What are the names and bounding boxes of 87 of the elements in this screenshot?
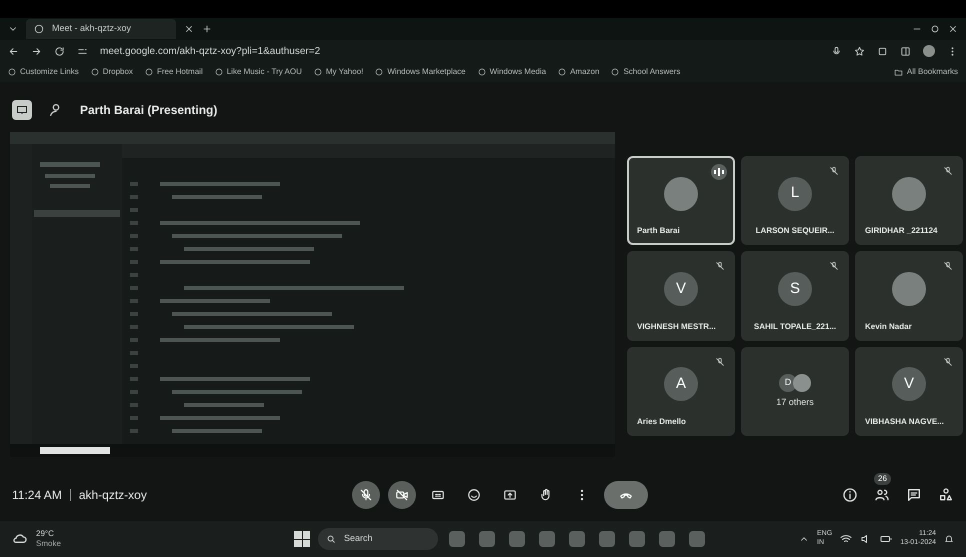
sidebar-icon[interactable] xyxy=(900,46,911,56)
participant-count-badge: 26 xyxy=(874,473,891,485)
browser-tab[interactable]: Meet - akh-qztz-xoy xyxy=(26,19,176,39)
wifi-icon[interactable] xyxy=(840,533,852,545)
temperature: 29°C xyxy=(36,529,55,539)
all-bookmarks-button[interactable]: All Bookmarks xyxy=(894,66,958,78)
meeting-code: akh-qztz-xoy xyxy=(78,487,147,504)
globe-icon xyxy=(8,68,16,76)
participant-tile[interactable]: S SAHIL TOPALE_221... xyxy=(741,251,849,341)
emoji-icon xyxy=(467,488,481,502)
reload-icon[interactable] xyxy=(54,46,65,56)
present-icon xyxy=(503,488,517,502)
globe-icon xyxy=(214,68,223,76)
camera-icon xyxy=(395,488,409,502)
leave-call-button[interactable] xyxy=(604,481,648,509)
globe-icon xyxy=(611,68,620,76)
taskbar-app-icon[interactable] xyxy=(689,531,705,547)
taskbar-app-icon[interactable] xyxy=(449,531,465,547)
participant-tile[interactable]: L LARSON SEQUEIR... xyxy=(741,156,849,246)
extensions-icon[interactable] xyxy=(877,46,888,56)
presenter-label: Parth Barai (Presenting) xyxy=(80,102,218,119)
battery-icon[interactable] xyxy=(880,533,892,545)
participant-tile[interactable]: A Aries Dmello xyxy=(627,346,735,436)
globe-icon xyxy=(478,68,486,76)
participant-tile[interactable]: V VIBHASHA NAGVE... xyxy=(855,346,963,436)
globe-icon xyxy=(314,68,322,76)
forward-icon[interactable] xyxy=(31,46,42,56)
weather-condition: Smoke xyxy=(36,539,62,549)
bookmark-link[interactable]: School Answers xyxy=(611,66,680,78)
activities-icon[interactable] xyxy=(938,487,954,503)
participant-name: GIRIDHAR _221124 xyxy=(865,225,938,238)
plus-icon[interactable] xyxy=(202,24,212,34)
taskbar-app-icon[interactable] xyxy=(599,531,615,547)
bookmark-link[interactable]: Customize Links xyxy=(8,66,79,78)
participant-tile[interactable]: Parth Barai xyxy=(627,156,735,246)
people-icon[interactable] xyxy=(874,487,890,503)
profile-avatar[interactable] xyxy=(923,45,935,57)
bookmark-link[interactable]: My Yahoo! xyxy=(314,66,364,78)
start-button[interactable] xyxy=(294,531,310,547)
participant-name: 17 others xyxy=(776,396,814,409)
camera-button[interactable] xyxy=(388,481,416,509)
captions-icon xyxy=(431,488,445,502)
participant-name: Parth Barai xyxy=(637,225,680,238)
participant-name: Aries Dmello xyxy=(637,416,686,428)
chat-icon[interactable] xyxy=(906,487,922,503)
maximize-icon[interactable] xyxy=(930,24,940,34)
taskbar-folder-icon[interactable] xyxy=(569,531,585,547)
taskbar-app-icon[interactable] xyxy=(539,531,555,547)
back-icon[interactable] xyxy=(8,46,19,56)
taskbar-app-icon[interactable] xyxy=(629,531,645,547)
bookmark-link[interactable]: Free Hotmail xyxy=(144,66,203,78)
mic-button[interactable] xyxy=(352,481,380,509)
bookmark-link[interactable]: Like Music - Try AOU xyxy=(214,66,302,78)
microphone-icon[interactable] xyxy=(831,46,842,56)
participant-name: Kevin Nadar xyxy=(865,320,912,333)
search-field[interactable]: Search xyxy=(318,528,438,550)
meeting-time: 11:24 AM xyxy=(12,487,62,504)
participant-name: SAHIL TOPALE_221... xyxy=(754,320,836,333)
info-icon[interactable] xyxy=(842,487,858,503)
taskbar-app-icon[interactable] xyxy=(509,531,525,547)
participant-name: VIBHASHA NAGVE... xyxy=(865,416,944,428)
bookmark-link[interactable]: Windows Marketplace xyxy=(375,66,466,78)
participant-name: VIGHNESH MESTR... xyxy=(637,320,716,333)
globe-icon xyxy=(144,68,153,76)
star-icon[interactable] xyxy=(854,46,865,56)
participant-tile[interactable]: GIRIDHAR _221124 xyxy=(855,156,963,246)
search-icon xyxy=(326,534,336,544)
bookmark-link[interactable]: Amazon xyxy=(558,66,600,78)
participant-name: LARSON SEQUEIR... xyxy=(756,225,834,238)
taskbar-app-icon[interactable] xyxy=(479,531,495,547)
folder-icon xyxy=(894,68,903,76)
globe-icon xyxy=(375,68,384,76)
globe-icon xyxy=(558,68,566,76)
taskbar-app-icon[interactable] xyxy=(659,531,675,547)
participant-tile[interactable]: D 17 others xyxy=(741,346,849,436)
close-icon[interactable] xyxy=(184,24,194,34)
participant-tile[interactable]: Kevin Nadar xyxy=(855,251,963,341)
bookmark-link[interactable]: Windows Media xyxy=(478,66,546,78)
globe-icon xyxy=(34,24,44,34)
participant-tile[interactable]: V VIGHNESH MESTR... xyxy=(627,251,735,341)
bookmark-link[interactable]: Dropbox xyxy=(90,66,133,78)
tab-title: Meet - akh-qztz-xoy xyxy=(52,22,132,36)
globe-icon xyxy=(90,68,99,76)
bell-icon[interactable] xyxy=(944,534,954,544)
microphone-icon xyxy=(359,488,373,502)
close-icon[interactable] xyxy=(948,24,958,34)
presentation-icon xyxy=(12,100,32,120)
